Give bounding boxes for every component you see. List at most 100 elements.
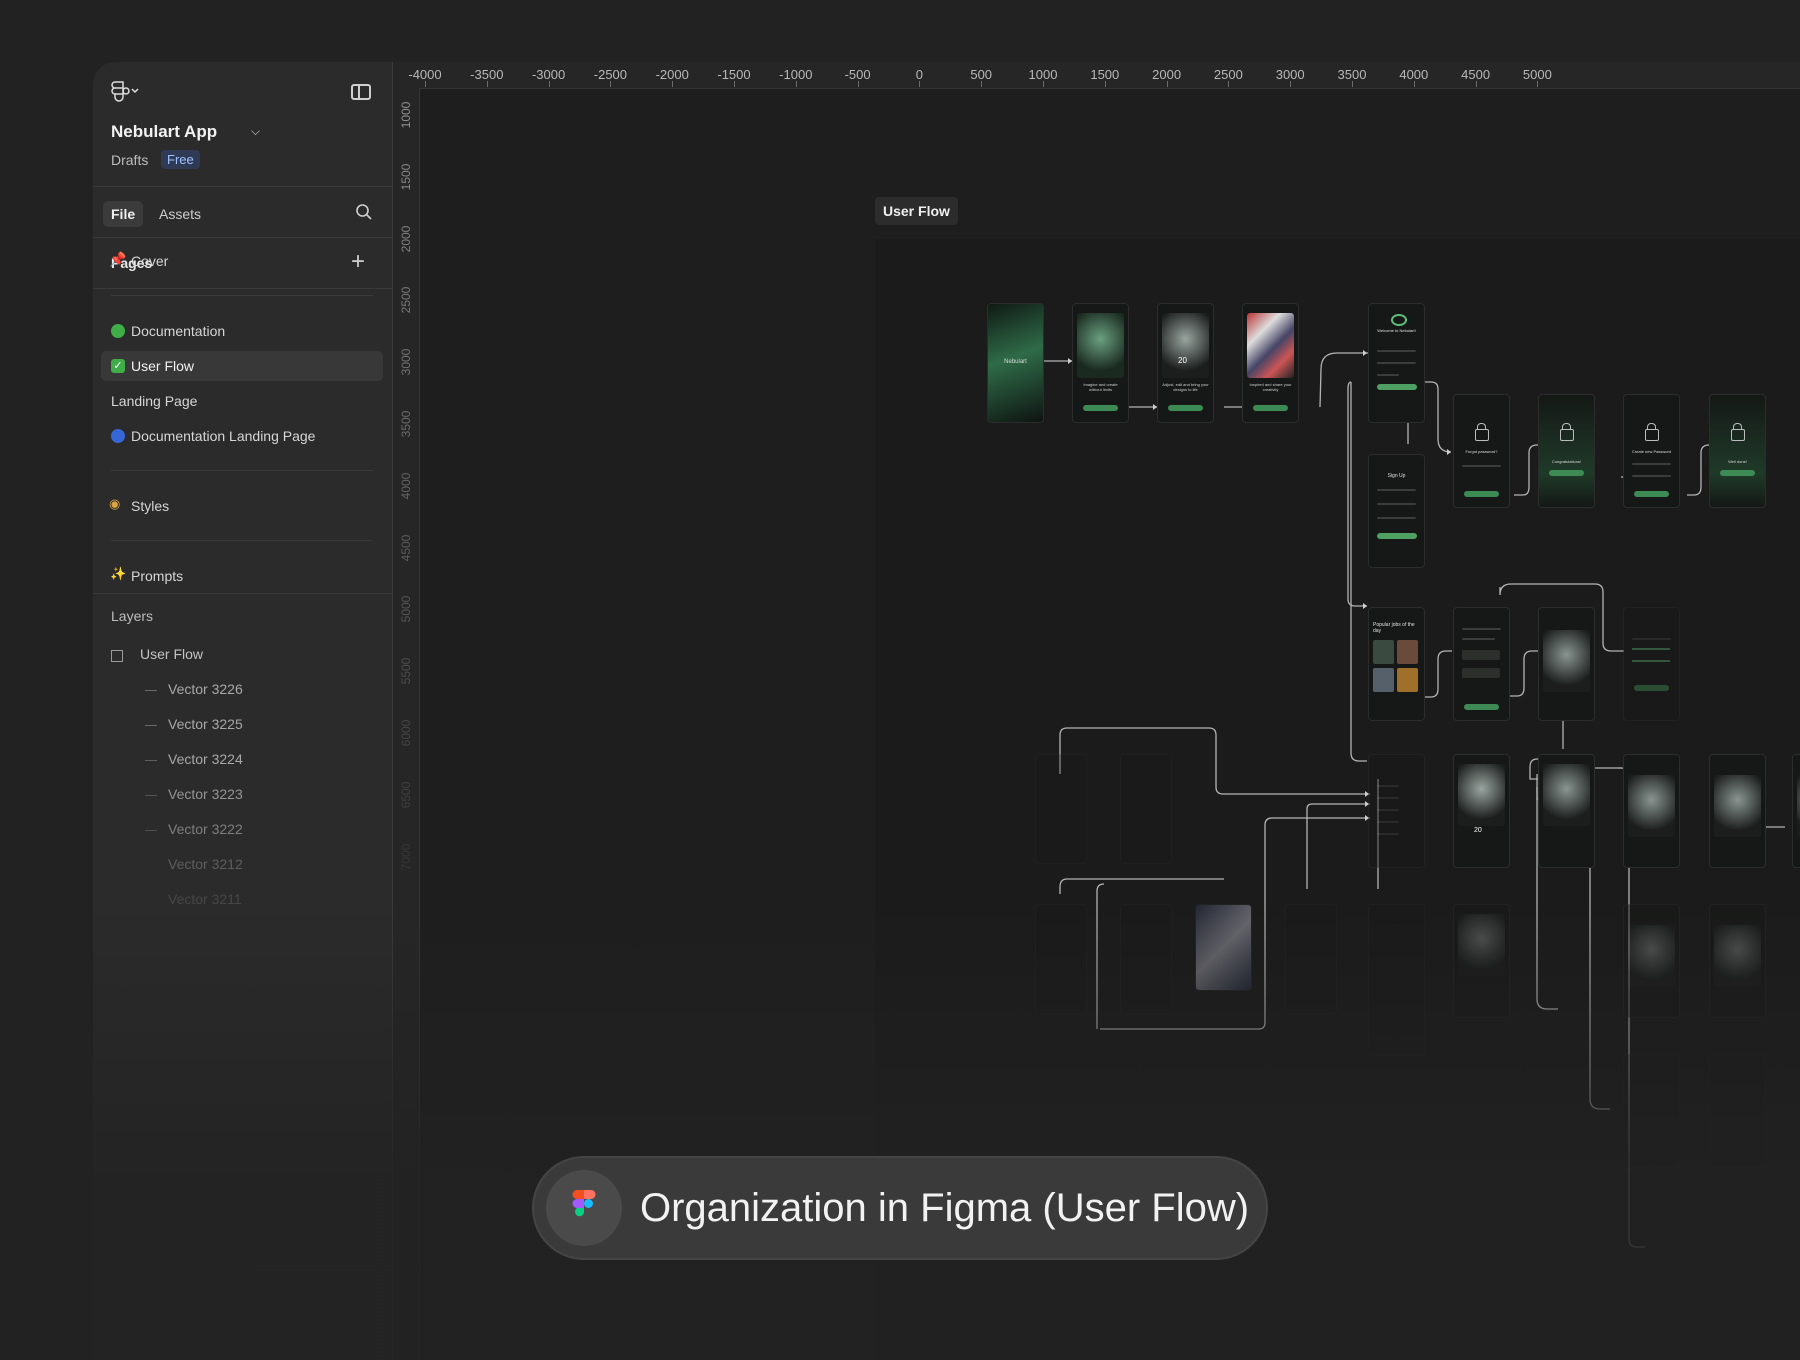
project-name[interactable]: Nebulart App (111, 122, 217, 142)
screen-edit-profile[interactable] (1120, 754, 1172, 864)
ruler-tick (919, 81, 921, 87)
login-button[interactable] (1377, 384, 1417, 390)
ruler-tick-label: 2000 (1152, 67, 1182, 82)
screen-bottom-1[interactable] (1623, 1054, 1680, 1168)
screen-create[interactable] (1453, 607, 1510, 721)
screen-bottom-2[interactable] (1709, 1054, 1766, 1168)
sign-up-button[interactable] (1377, 533, 1417, 539)
screen-sign-up[interactable]: Sign Up (1368, 454, 1425, 568)
screen-artwork-preview[interactable] (1195, 904, 1252, 991)
screen-onboarding-1[interactable]: Imagine and create without limits (1072, 303, 1129, 423)
layer-root[interactable]: User Flow (140, 646, 203, 662)
sidebar-fade (93, 1012, 392, 1360)
screen-edit-3[interactable] (1453, 904, 1510, 1018)
green-circle-icon (111, 324, 125, 338)
send-button[interactable] (1463, 490, 1500, 497)
screen-edit-1[interactable]: 20 (1453, 754, 1510, 868)
divider (111, 470, 373, 471)
screen-notifications[interactable] (1285, 904, 1337, 1014)
continue-button[interactable] (1548, 469, 1585, 476)
page-item-landing-page[interactable]: Landing Page (101, 386, 383, 416)
page-item-documentation-landing-page[interactable]: Documentation Landing Page (101, 421, 383, 451)
screen-export-1[interactable] (1623, 754, 1680, 868)
screen-congratulations[interactable]: Congratulations! (1538, 394, 1595, 508)
tab-file[interactable]: File (103, 201, 144, 227)
next-button[interactable] (1082, 405, 1119, 412)
screen-forgot-password[interactable]: Forgot password? (1453, 394, 1510, 508)
screen-filter-2[interactable] (1709, 904, 1766, 1018)
ruler-tick (548, 81, 550, 87)
screen-profile[interactable] (1035, 754, 1087, 864)
vector-icon (145, 830, 157, 831)
apply-button[interactable] (1633, 684, 1670, 691)
screen-filter-1[interactable] (1623, 904, 1680, 1018)
vector-icon (145, 725, 157, 726)
screen-export-3[interactable] (1792, 754, 1800, 868)
layer-item[interactable]: Vector 3226 (168, 681, 243, 697)
layer-item[interactable]: Vector 3222 (168, 821, 243, 837)
page-item-cover[interactable]: 📌 Cover (101, 246, 383, 276)
tab-assets[interactable]: Assets (151, 201, 209, 227)
screen-home[interactable]: Popular jobs of the day (1368, 607, 1425, 721)
screen-create-password[interactable]: Create new Password (1623, 394, 1680, 508)
generate-button[interactable] (1463, 703, 1500, 710)
figma-logo-icon (546, 1170, 622, 1246)
lock-icon (1644, 422, 1659, 441)
counter-value: 20 (1178, 356, 1187, 365)
screen-welcome[interactable]: Welcome to Nebulart! (1368, 303, 1425, 423)
ruler-tick-label: 3500 (399, 410, 413, 438)
screen-edit-2[interactable] (1538, 754, 1595, 868)
frame-label[interactable]: User Flow (875, 197, 958, 225)
sidebar-toggle-icon[interactable] (351, 84, 371, 100)
page-item-user-flow[interactable]: ✓ User Flow (101, 351, 383, 381)
create-password-title: Create new Password (1631, 449, 1672, 454)
layer-item[interactable]: Vector 3224 (168, 751, 243, 767)
ruler-tick (857, 81, 859, 87)
ruler-tick-label: -500 (844, 67, 871, 82)
ruler-tick-label: 5000 (399, 596, 413, 623)
screen-library-2[interactable] (1120, 904, 1172, 1014)
ruler-tick-label: 4500 (399, 534, 413, 561)
left-ruler: 1000 1500 2000 2500 3000 3500 4000 4500 5000 5500… (393, 88, 420, 1360)
ruler-tick-label: 2000 (399, 225, 413, 252)
figma-menu-icon[interactable] (110, 80, 140, 102)
project-header: Nebulart App ⌵ Drafts Free (93, 62, 392, 187)
next-button[interactable] (1252, 405, 1289, 412)
layer-item[interactable]: Vector 3212 (168, 856, 243, 872)
left-sidebar: Nebulart App ⌵ Drafts Free File Assets P… (93, 62, 393, 1360)
layer-item[interactable]: Vector 3225 (168, 716, 243, 732)
ruler-tick (610, 81, 612, 87)
screen-onboarding-3[interactable]: Inspired and share your creativity (1242, 303, 1299, 423)
done-button[interactable] (1719, 469, 1756, 476)
page-item-documentation[interactable]: Documentation (101, 316, 383, 346)
screen-export-2[interactable] (1709, 754, 1766, 868)
screen-well-done[interactable]: Well done! (1709, 394, 1766, 508)
ruler-tick (1228, 81, 1230, 87)
ruler-tick-label: -3000 (531, 67, 566, 82)
page-item-prompts[interactable]: ✨ Prompts (101, 561, 383, 591)
screen-menu[interactable] (1368, 754, 1425, 868)
vector-icon (145, 760, 157, 761)
screen-settings[interactable] (1623, 607, 1680, 721)
screen-library-1[interactable] (1035, 904, 1087, 1014)
pushpin-icon: 📌 (109, 251, 127, 267)
splash-logo: Nebulart (1004, 359, 1027, 365)
caption-pill: Organization in Figma (User Flow) (532, 1156, 1268, 1260)
save-button[interactable] (1633, 490, 1670, 497)
drafts-label[interactable]: Drafts (111, 152, 148, 168)
screen-result[interactable] (1538, 607, 1595, 721)
ruler-tick-label: 500 (970, 67, 993, 82)
next-button[interactable] (1167, 405, 1204, 412)
blue-circle-icon (111, 429, 125, 443)
screen-splash[interactable]: Nebulart (987, 303, 1044, 423)
search-icon[interactable] (355, 203, 373, 221)
screen-settings-list[interactable] (1368, 904, 1425, 1056)
chevron-down-icon[interactable]: ⌵ (251, 124, 260, 139)
sidebar-tabs: File Assets (93, 187, 392, 238)
ruler-tick-label: 1000 (399, 101, 413, 129)
check-box-icon: ✓ (111, 359, 125, 373)
page-item-styles[interactable]: ◉ Styles (101, 491, 383, 521)
layer-item[interactable]: Vector 3211 (168, 891, 242, 907)
layer-item[interactable]: Vector 3223 (168, 786, 243, 802)
screen-onboarding-2[interactable]: 20 Adjust, edit and bring your designs t… (1157, 303, 1214, 423)
